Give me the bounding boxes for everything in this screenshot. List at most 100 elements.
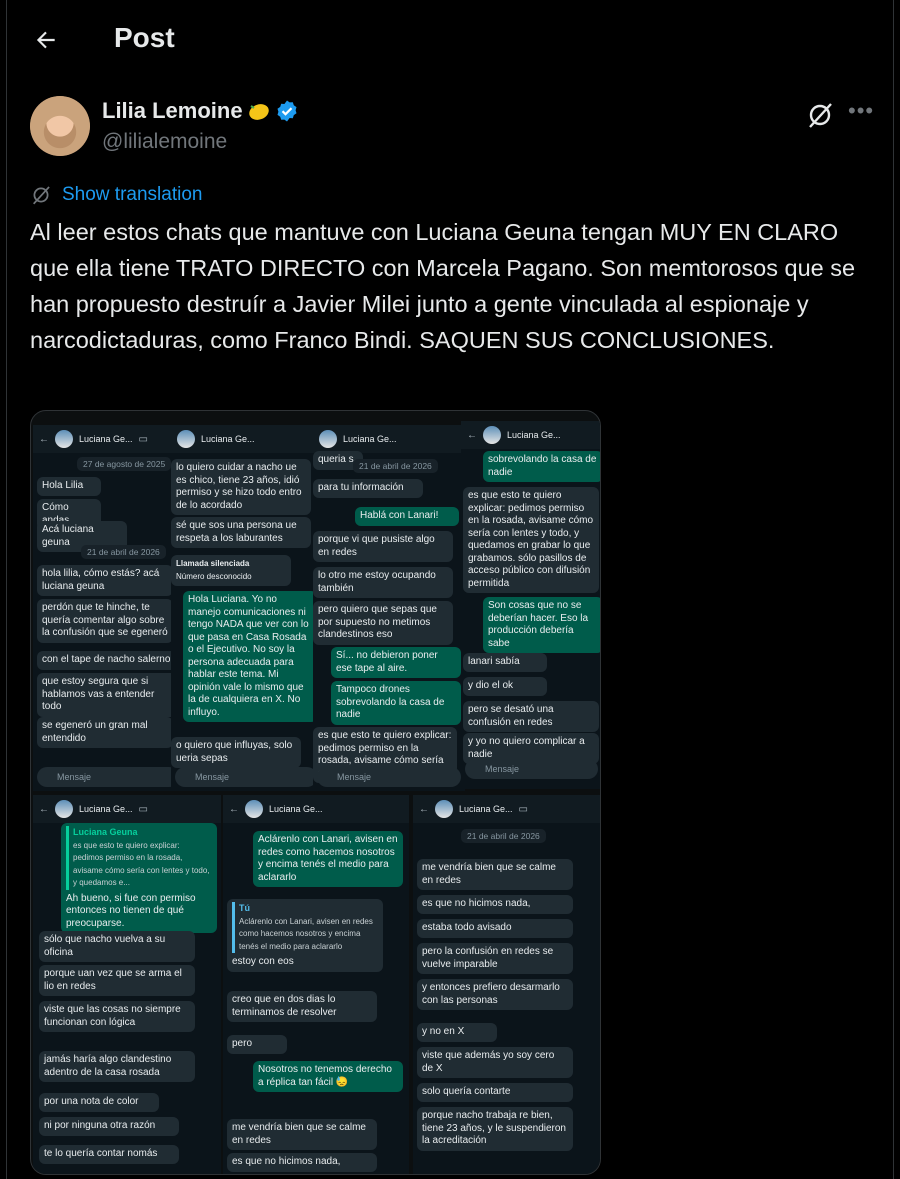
chat-bubble: sobrevolando la casa de nadie xyxy=(483,451,600,482)
top-bar: Post xyxy=(0,0,900,80)
post-image[interactable]: ← Luciana Ge... ▭ 27 de agosto de 2025 Hol… xyxy=(30,410,601,1175)
reply-text: Ah bueno, si fue con permiso entonces no… xyxy=(66,892,196,929)
verified-badge-icon xyxy=(277,100,297,122)
chat-bubble: y no en X xyxy=(417,1023,497,1042)
contact-avatar xyxy=(483,426,501,444)
chat-bubble: creo que en dos dias lo terminamos de re… xyxy=(227,991,377,1022)
contact-avatar xyxy=(435,800,453,818)
contact-avatar xyxy=(177,430,195,448)
chat-screenshot-4: ← Luciana Ge... sobrevolando la casa de n… xyxy=(461,421,600,789)
chat-bubble: es que esto te quiero explicar: pedimos … xyxy=(463,487,599,593)
date-chip: 21 de abril de 2026 xyxy=(461,829,546,843)
chat-bubble: perdón que te hinche, te quería comentar… xyxy=(37,599,173,643)
back-arrow-icon: ← xyxy=(39,433,49,445)
chat-bubble: solo quería contarte xyxy=(417,1083,573,1102)
chat-bubble: jamás haría algo clandestino adentro de … xyxy=(39,1051,195,1082)
back-arrow-icon: ← xyxy=(229,803,239,815)
chat-bubble: y dio el ok xyxy=(463,677,547,696)
show-translation-link[interactable]: Show translation xyxy=(30,184,202,206)
message-input: Mensaje xyxy=(175,767,317,787)
quote-author: Tú xyxy=(239,903,250,913)
quote-text: es que esto te quiero explicar: pedimos … xyxy=(73,840,210,888)
date-chip: 21 de abril de 2026 xyxy=(81,545,166,559)
chat-bubble: Hablá con Lanari! xyxy=(355,507,459,526)
video-icon: ▭ xyxy=(138,433,148,445)
contact-name: Luciana Ge... xyxy=(79,804,133,814)
quoted-reply: Tú Aclárenlo con Lanari, avisen en redes … xyxy=(227,899,383,972)
chat-bubble: para tu información xyxy=(313,479,423,498)
call-subtitle: Número desconocido xyxy=(176,571,252,581)
chat-bubble: lo otro me estoy ocupando también xyxy=(313,567,453,598)
chat-bubble: Tampoco drones sobrevolando la casa de n… xyxy=(331,681,461,725)
back-arrow-icon: ← xyxy=(467,429,477,441)
video-icon: ▭ xyxy=(138,803,148,815)
quoted-reply: Luciana Geuna es que esto te quiero expli… xyxy=(61,823,217,933)
author-handle[interactable]: @lilialemoine xyxy=(102,130,227,154)
chat-bubble: Son cosas que no se deberían hacer. Eso … xyxy=(483,597,600,653)
contact-name: Luciana Ge... xyxy=(343,434,397,444)
video-icon: ▭ xyxy=(518,803,528,815)
more-options-icon[interactable]: ••• xyxy=(848,98,874,124)
contact-name: Luciana Ge... xyxy=(201,434,255,444)
chat-bubble: estaba todo avisado xyxy=(417,919,573,938)
message-input: Mensaje xyxy=(37,767,179,787)
contact-avatar xyxy=(319,430,337,448)
quote-author: Luciana Geuna xyxy=(73,827,138,837)
chat-bubble: sé que sos una persona ue respeta a los … xyxy=(171,517,311,548)
chat-bubble: por una nota de color xyxy=(39,1093,159,1112)
date-chip: 27 de agosto de 2025 xyxy=(77,457,172,471)
chat-bubble: Nosotros no tenemos derecho a réplica ta… xyxy=(253,1061,403,1092)
contact-name: Luciana Ge... xyxy=(79,434,133,444)
chat-screenshot-2: Luciana Ge... lo quiero cuidar a nacho u… xyxy=(171,425,321,791)
post-text: Al leer estos chats que mantuve con Luci… xyxy=(30,219,856,353)
chat-bubble: viste que además yo soy cero de X xyxy=(417,1047,573,1078)
contact-avatar xyxy=(245,800,263,818)
call-notice: Llamada silenciada Número desconocido xyxy=(171,555,291,586)
date-chip: 21 de abril de 2026 xyxy=(353,459,438,473)
call-title: Llamada silenciada xyxy=(176,559,250,568)
contact-avatar xyxy=(55,430,73,448)
chat-bubble: pero la confusión en redes se vuelve imp… xyxy=(417,943,573,974)
arrow-left-icon xyxy=(36,31,55,49)
avatar[interactable] xyxy=(30,96,90,156)
chat-bubble: me vendría bien que se calme en redes xyxy=(417,859,573,890)
chat-bubble: que estoy segura que si hablamos vas a e… xyxy=(37,673,177,717)
chat-bubble: es que no hicimos nada, xyxy=(417,895,573,914)
chat-bubble: o quiero que influyas, solo ueria sepas xyxy=(171,737,301,768)
chat-bubble: te lo quería contar nomás xyxy=(39,1145,179,1164)
chat-bubble: porque uan vez que se arma el lio en red… xyxy=(39,965,195,996)
author-name[interactable]: Lilia Lemoine xyxy=(102,98,243,124)
quote-text: Aclárenlo con Lanari, avisen en redes co… xyxy=(239,916,373,951)
lemon-icon xyxy=(248,104,269,120)
chat-bubble: y entonces prefiero desarmarlo con las p… xyxy=(417,979,573,1010)
grok-icon[interactable] xyxy=(805,100,835,130)
chat-bubble: pero xyxy=(227,1035,287,1054)
chat-screenshot-1: ← Luciana Ge... ▭ 27 de agosto de 2025 Hol… xyxy=(33,425,183,791)
chat-bubble: es que no hicimos nada, xyxy=(227,1153,377,1172)
contact-avatar xyxy=(55,800,73,818)
page-title: Post xyxy=(114,22,175,53)
chat-screenshot-5: ← Luciana Ge... ▭ Luciana Geuna es que esto… xyxy=(33,795,221,1174)
chat-bubble: hola lilia, cómo estás? acá luciana geun… xyxy=(37,565,173,596)
chat-bubble: con el tape de nacho salerno xyxy=(37,651,177,670)
chat-bubble: ni por ninguna otra razón xyxy=(39,1117,179,1136)
reply-text: estoy con eos xyxy=(232,956,294,967)
chat-bubble: Sí... no debieron poner ese tape al aire… xyxy=(331,647,461,678)
chat-bubble: pero se desató una confusión en redes xyxy=(463,701,599,732)
chat-bubble: Hola Lilia xyxy=(37,477,101,496)
back-button[interactable] xyxy=(28,22,64,58)
translate-icon xyxy=(33,186,50,205)
message-input: Mensaje xyxy=(465,759,598,779)
chat-screenshot-3: Luciana Ge... queria s 21 de abril de 20… xyxy=(313,425,465,791)
back-arrow-icon: ← xyxy=(39,803,49,815)
chat-bubble: Aclárenlo con Lanari, avisen en redes co… xyxy=(253,831,403,887)
chat-bubble: se egeneró un gran mal entendido xyxy=(37,717,173,748)
chat-screenshot-6: ← Luciana Ge... Aclárenlo con Lanari, avi… xyxy=(223,795,409,1174)
chat-bubble: viste que las cosas no siempre funcionan… xyxy=(39,1001,195,1032)
author-name-row[interactable]: Lilia Lemoine xyxy=(102,98,299,124)
chat-bubble: lanari sabía xyxy=(463,653,547,672)
chat-bubble: pero quiero que sepas que por supuesto n… xyxy=(313,601,453,645)
contact-name: Luciana Ge... xyxy=(459,804,513,814)
contact-name: Luciana Ge... xyxy=(507,430,561,440)
chat-bubble: lo quiero cuidar a nacho ue es chico, ti… xyxy=(171,459,311,515)
